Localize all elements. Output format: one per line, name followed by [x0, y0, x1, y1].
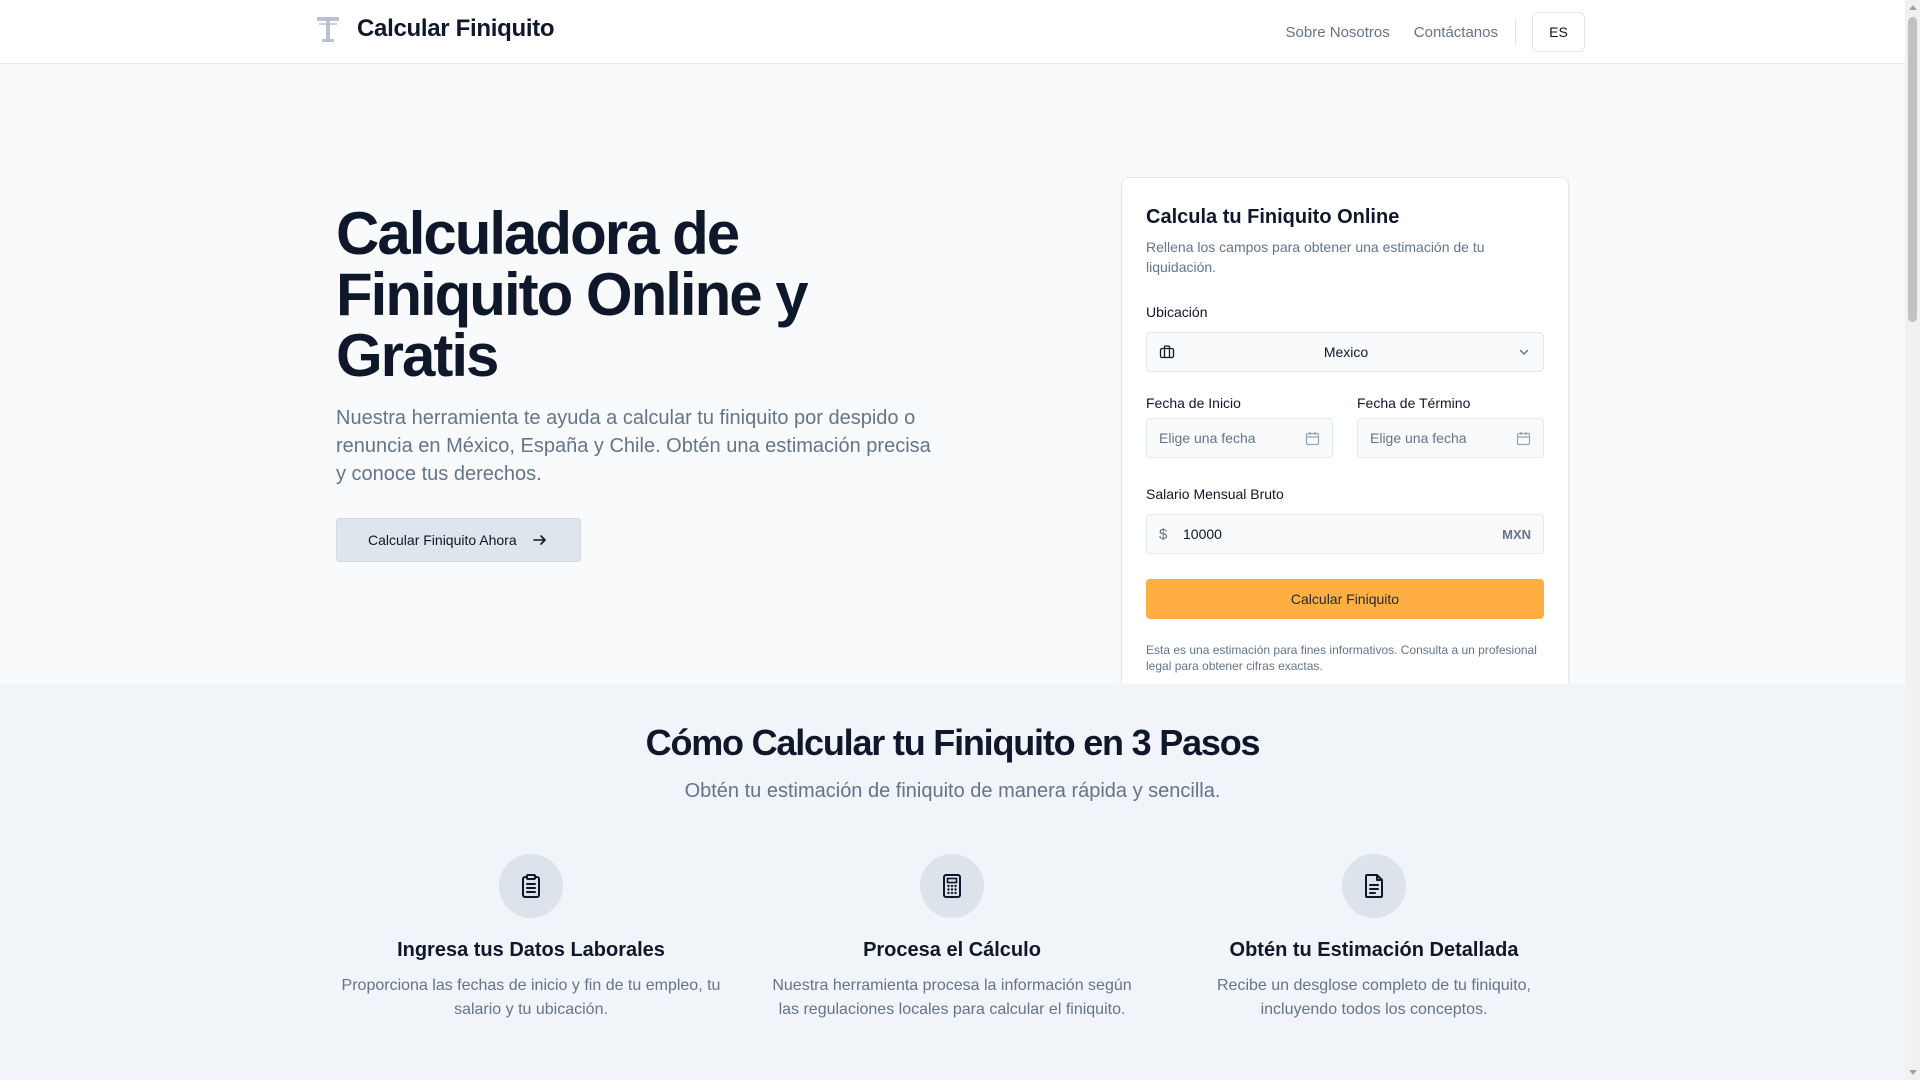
step-title-1: Ingresa tus Datos Laborales — [397, 939, 665, 961]
calculator-icon — [943, 874, 961, 898]
scroll-down-arrow-icon[interactable] — [1909, 1070, 1917, 1075]
nav-link-contact[interactable]: Contáctanos — [1414, 24, 1498, 41]
steps-title: Cómo Calcular tu Finiquito en 3 Pasos — [645, 722, 1261, 763]
step-text-3: Recibe un desglose completo de tu finiqu… — [1217, 977, 1531, 1018]
calculator-card: Calcula tu Finiquito Online Rellena los … — [1121, 177, 1569, 699]
card-subtitle: Rellena los campos para obtener una esti… — [1146, 239, 1485, 275]
chevron-down-icon — [1519, 349, 1529, 355]
site-title: Calcular Finiquito — [357, 15, 555, 42]
location-label: Ubicación — [1146, 304, 1208, 320]
start-date-placeholder: Elige una fecha — [1159, 430, 1256, 446]
calendar-icon — [1305, 431, 1320, 445]
hero-content: Calculadora de Finiquito Online y Gratis… — [336, 203, 956, 562]
step-icon-circle — [499, 854, 563, 918]
location-select[interactable]: Mexico — [1146, 332, 1544, 372]
site-header: Calcular Finiquito Sobre Nosotros Contác… — [0, 0, 1905, 64]
salary-currency: MXN — [1502, 526, 1531, 542]
end-date-placeholder: Elige una fecha — [1370, 430, 1467, 446]
briefcase-icon — [1159, 345, 1175, 359]
step-text-2: Nuestra herramienta procesa la informaci… — [772, 977, 1132, 1018]
hero-lead: Nuestra herramienta te ayuda a calcular … — [336, 407, 931, 485]
steps-section: Cómo Calcular tu Finiquito en 3 Pasos Ob… — [0, 684, 1905, 1080]
step-title-3: Obtén tu Estimación Detallada — [1229, 939, 1519, 961]
start-date-picker[interactable]: Elige una fecha — [1146, 418, 1333, 458]
end-date-label: Fecha de Término — [1357, 395, 1471, 411]
card-title: Calcula tu Finiquito Online — [1146, 206, 1400, 228]
step-card-2: Procesa el Cálculo Nuestra herramienta p… — [752, 854, 1152, 1022]
hero-cta-label: Calcular Finiquito Ahora — [368, 532, 517, 548]
step-card-3: Obtén tu Estimación Detallada Recibe un … — [1174, 854, 1574, 1022]
disclaimer-text: Esta es una estimación para fines inform… — [1146, 643, 1537, 673]
hero-title: Calculadora de Finiquito Online y Gratis — [336, 200, 809, 389]
location-value: Mexico — [1323, 344, 1369, 360]
arrow-right-icon — [532, 535, 546, 545]
start-date-label: Fecha de Inicio — [1146, 395, 1241, 411]
main-nav: Sobre Nosotros Contáctanos ES — [1262, 12, 1585, 52]
calendar-icon — [1516, 431, 1531, 445]
steps-subtitle: Obtén tu estimación de finiquito de mane… — [684, 780, 1221, 802]
logo-icon — [317, 17, 339, 42]
clipboard-list-icon — [522, 874, 540, 898]
step-text-1: Proporciona las fechas de inicio y fin d… — [341, 977, 721, 1018]
dollar-icon: $ — [1159, 525, 1168, 543]
nav-link-about[interactable]: Sobre Nosotros — [1286, 24, 1390, 41]
nav-divider — [1515, 19, 1516, 45]
hero-section: Calculadora de Finiquito Online y Gratis… — [0, 64, 1905, 699]
calculate-button[interactable]: Calcular Finiquito — [1146, 579, 1544, 619]
brand-link[interactable]: Calcular Finiquito — [315, 15, 555, 43]
step-title-2: Procesa el Cálculo — [863, 939, 1041, 961]
step-icon-circle — [920, 854, 984, 918]
hero-cta-button[interactable]: Calcular Finiquito Ahora — [336, 518, 581, 562]
salary-label: Salario Mensual Bruto — [1146, 486, 1284, 502]
page-scrollbar[interactable] — [1905, 0, 1920, 1080]
step-card-1: Ingresa tus Datos Laborales Proporciona … — [331, 854, 731, 1022]
step-icon-circle — [1342, 854, 1406, 918]
language-selector[interactable]: ES — [1532, 12, 1585, 52]
salary-input[interactable]: $ 10000 MXN — [1146, 514, 1544, 554]
salary-value: 10000 — [1183, 526, 1222, 542]
scrollbar-thumb[interactable] — [1908, 17, 1917, 322]
scroll-up-arrow-icon[interactable] — [1909, 5, 1917, 10]
file-text-icon — [1365, 874, 1383, 898]
end-date-picker[interactable]: Elige una fecha — [1357, 418, 1544, 458]
